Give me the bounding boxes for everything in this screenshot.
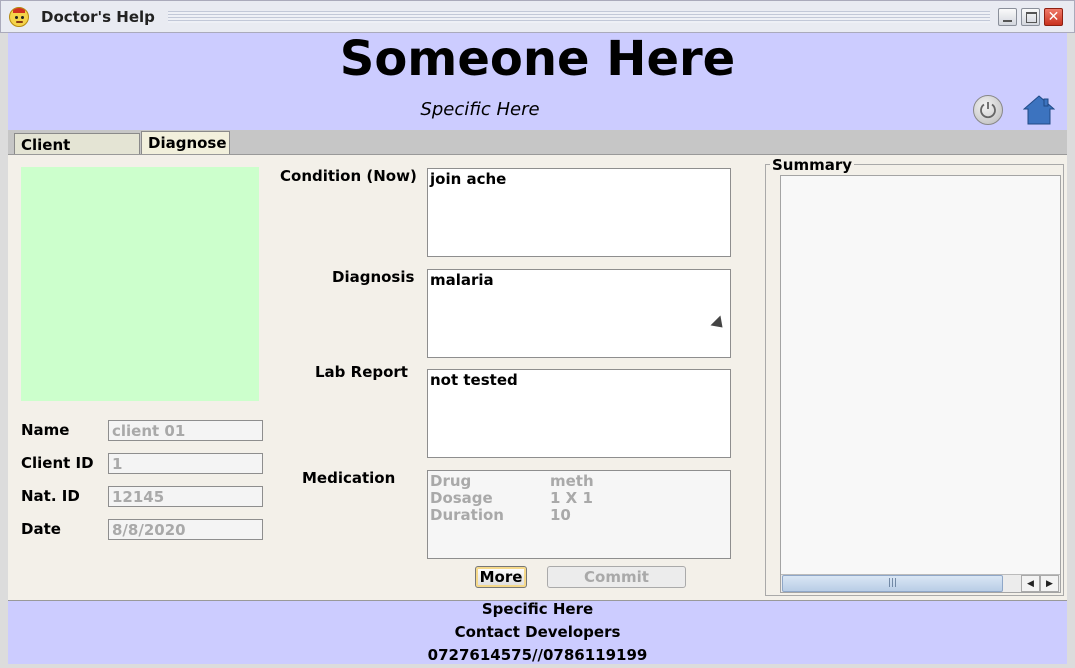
minimize-icon bbox=[1003, 20, 1012, 22]
client-photo bbox=[21, 167, 259, 401]
medication-value: meth bbox=[550, 472, 594, 490]
medication-value: 10 bbox=[550, 506, 571, 524]
maximize-icon bbox=[1026, 12, 1037, 23]
footer-line-1: Specific Here bbox=[481, 600, 594, 618]
arrow-right-icon: ▶ bbox=[1046, 579, 1053, 589]
medication-label: Medication bbox=[302, 469, 396, 487]
condition-textarea[interactable]: join ache bbox=[427, 168, 731, 257]
footer-phone-numbers: 0727614575//0786119199 bbox=[427, 646, 648, 664]
client-id-field[interactable]: 1 bbox=[108, 453, 263, 474]
commit-button[interactable]: Commit bbox=[547, 566, 686, 588]
summary-textarea[interactable] bbox=[780, 175, 1061, 593]
date-field[interactable]: 8/8/2020 bbox=[108, 519, 263, 540]
power-button[interactable] bbox=[973, 95, 1003, 125]
page-title: Someone Here bbox=[339, 31, 736, 87]
medication-row-drug: Drug meth bbox=[430, 472, 730, 490]
doctor-face-icon bbox=[9, 7, 29, 27]
name-field[interactable]: client 01 bbox=[108, 420, 263, 441]
title-bar-grip bbox=[168, 11, 990, 23]
client-id-label: Client ID bbox=[21, 454, 94, 472]
lab-report-textarea[interactable]: not tested bbox=[427, 369, 731, 458]
window-title: Doctor's Help bbox=[41, 8, 155, 26]
grip-icon: ||| bbox=[887, 578, 898, 588]
home-icon bbox=[1022, 95, 1056, 125]
close-icon: ✕ bbox=[1047, 9, 1060, 25]
medication-box[interactable]: Drug meth Dosage 1 X 1 Duration 10 bbox=[427, 470, 731, 559]
medication-key: Drug bbox=[430, 472, 472, 490]
minimize-button[interactable] bbox=[998, 8, 1017, 26]
lab-report-label: Lab Report bbox=[315, 363, 408, 381]
maximize-button[interactable] bbox=[1021, 8, 1040, 26]
close-button[interactable]: ✕ bbox=[1044, 8, 1063, 26]
tab-client-history[interactable]: Client History bbox=[14, 133, 140, 172]
tab-diagnose[interactable]: Diagnose bbox=[141, 131, 230, 155]
tab-label: Diagnose bbox=[148, 134, 227, 152]
power-icon bbox=[980, 102, 996, 119]
medication-row-dosage: Dosage 1 X 1 bbox=[430, 489, 730, 507]
date-label: Date bbox=[21, 520, 61, 538]
medication-key: Duration bbox=[430, 506, 504, 524]
condition-label: Condition (Now) bbox=[280, 167, 417, 185]
arrow-left-icon: ◀ bbox=[1027, 579, 1034, 589]
scrollbar-thumb[interactable]: ||| bbox=[782, 575, 1003, 592]
nat-id-label: Nat. ID bbox=[21, 487, 80, 505]
name-label: Name bbox=[21, 421, 70, 439]
nat-id-field[interactable]: 12145 bbox=[108, 486, 263, 507]
page-subtitle: Specific Here bbox=[420, 99, 540, 120]
scroll-left-button[interactable]: ◀ bbox=[1021, 575, 1040, 592]
summary-label: Summary bbox=[770, 156, 855, 174]
more-button[interactable]: More bbox=[475, 566, 527, 588]
diagnosis-label: Diagnosis bbox=[332, 268, 415, 286]
medication-key: Dosage bbox=[430, 489, 493, 507]
scroll-right-button[interactable]: ▶ bbox=[1040, 575, 1059, 592]
medication-row-duration: Duration 10 bbox=[430, 506, 730, 524]
medication-value: 1 X 1 bbox=[550, 489, 593, 507]
diagnosis-textarea[interactable]: malaria bbox=[427, 269, 731, 358]
footer-contact-developers: Contact Developers bbox=[454, 623, 621, 641]
home-button[interactable] bbox=[1022, 95, 1056, 125]
